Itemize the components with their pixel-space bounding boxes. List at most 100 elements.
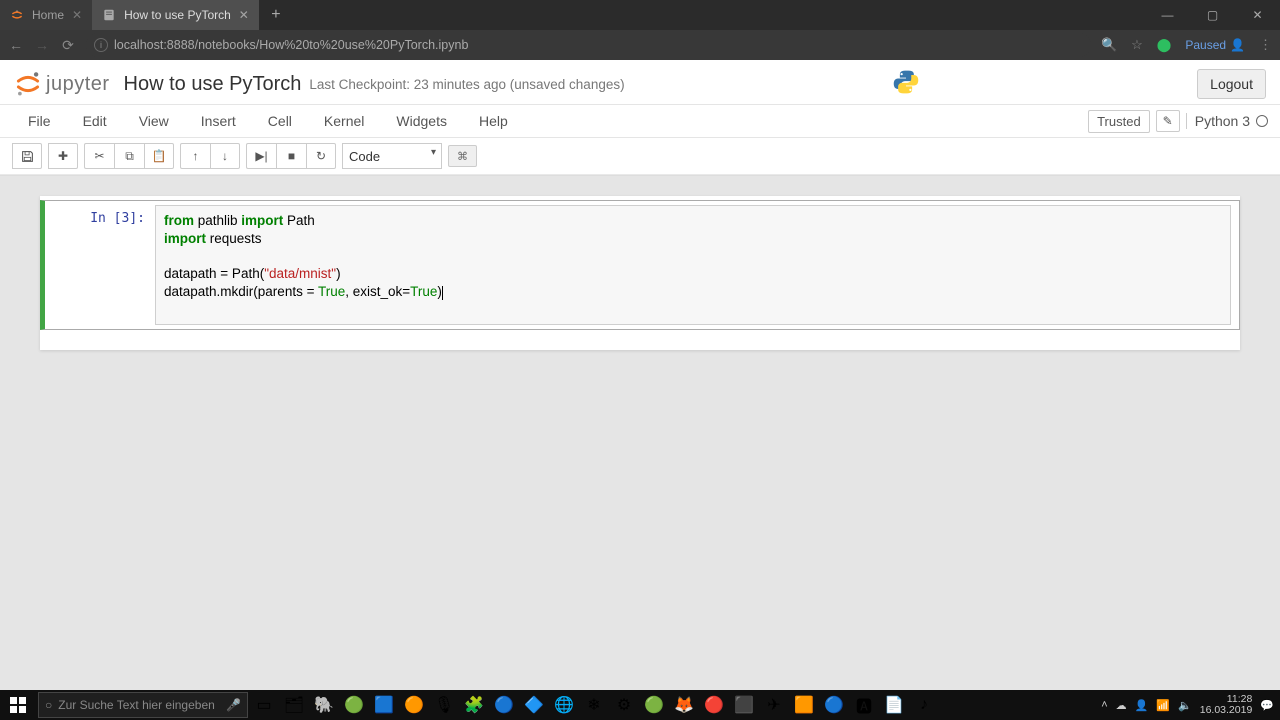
menu-cell[interactable]: Cell (252, 113, 308, 129)
move-down-button[interactable]: ↓ (210, 143, 240, 169)
kernel-indicator[interactable]: Python 3 (1186, 113, 1268, 129)
app2-icon[interactable]: 🎙 (432, 693, 456, 717)
app12-icon[interactable]: 🔵 (822, 693, 846, 717)
app9-icon[interactable]: 🔴 (702, 693, 726, 717)
toolbar: ✚ ✂ ⧉ 📋 ↑ ↓ ▶| ■ ↻ Code ⌘ (0, 138, 1280, 175)
app8-icon[interactable]: 🟢 (642, 693, 666, 717)
stop-button[interactable]: ■ (276, 143, 306, 169)
search-placeholder: Zur Suche Text hier eingeben (58, 698, 215, 712)
forward-button[interactable]: → (34, 37, 50, 53)
people-icon[interactable]: 👤 (1135, 699, 1149, 712)
jupyter-icon[interactable]: 🟠 (402, 693, 426, 717)
window-maximize-icon[interactable]: ▢ (1190, 0, 1235, 30)
add-cell-button[interactable]: ✚ (48, 143, 78, 169)
taskbar-apps: ▭ 🗂 🐘 🟢 🟦 🟠 🎙 🧩 🔵 🔷 🌐 ❄ ⚙ 🟢 🦊 🔴 ⬛ ✈ 🟧 🔵 … (248, 693, 940, 717)
python-logo-icon (892, 68, 920, 101)
notebook-title[interactable]: How to use PyTorch (124, 73, 302, 96)
windows-search[interactable]: ○ Zur Suche Text hier eingeben 🎤 (38, 692, 248, 718)
browser-tab-notebook[interactable]: How to use PyTorch ✕ (92, 0, 259, 30)
save-button[interactable] (12, 143, 42, 169)
edit-indicator-icon[interactable]: ✎ (1156, 110, 1180, 132)
volume-icon[interactable]: 🔈 (1178, 699, 1192, 712)
notebook-body: In [3]: from pathlib import Path import … (0, 176, 1280, 370)
clock[interactable]: 11:28 16.03.2019 (1200, 694, 1253, 716)
chrome-icon[interactable]: 🟢 (342, 693, 366, 717)
new-tab-button[interactable]: + (259, 0, 293, 30)
tab-title: How to use PyTorch (124, 8, 231, 22)
search-icon[interactable]: 🔍 (1101, 37, 1117, 53)
menu-file[interactable]: File (12, 113, 67, 129)
reload-button[interactable]: ⟳ (60, 37, 76, 54)
system-tray: ˄ ☁ 👤 📶 🔈 11:28 16.03.2019 💬 (1101, 694, 1280, 716)
back-button[interactable]: ← (8, 37, 24, 53)
app-icon[interactable]: 🐘 (312, 693, 336, 717)
menu-edit[interactable]: Edit (67, 113, 123, 129)
firefox-icon[interactable]: 🦊 (672, 693, 696, 717)
app13-icon[interactable]: 🅰 (852, 693, 876, 717)
menu-kernel[interactable]: Kernel (308, 113, 380, 129)
browser-toolbar: ← → ⟳ i localhost:8888/notebooks/How%20t… (0, 30, 1280, 60)
window-controls: — ▢ ✕ (1145, 0, 1280, 30)
onedrive-icon[interactable]: ☁ (1116, 699, 1127, 712)
site-info-icon[interactable]: i (94, 38, 108, 52)
extension-evernote-icon[interactable]: ⬤ (1157, 37, 1172, 53)
tray-chevron-icon[interactable]: ˄ (1101, 699, 1107, 711)
bookmark-icon[interactable]: ☆ (1131, 37, 1143, 53)
app15-icon[interactable]: ♪ (912, 693, 936, 717)
notebook-favicon-icon (102, 8, 116, 22)
menu-insert[interactable]: Insert (185, 113, 252, 129)
paste-button[interactable]: 📋 (144, 143, 174, 169)
window-close-icon[interactable]: ✕ (1235, 0, 1280, 30)
search-loupe-icon: ○ (45, 698, 52, 712)
skype-icon[interactable]: 🔷 (522, 693, 546, 717)
celltype-select[interactable]: Code (342, 143, 442, 169)
notifications-icon[interactable]: 💬 (1260, 699, 1274, 712)
start-button[interactable] (0, 690, 36, 720)
tab-close-icon[interactable]: ✕ (239, 8, 249, 22)
logout-button[interactable]: Logout (1197, 69, 1266, 99)
notebook-header: jupyter How to use PyTorch Last Checkpoi… (0, 60, 1280, 104)
restart-button[interactable]: ↻ (306, 143, 336, 169)
app7-icon[interactable]: ⚙ (612, 693, 636, 717)
browser-menu-icon[interactable]: ⋮ (1259, 37, 1272, 53)
menubar: File Edit View Insert Cell Kernel Widget… (0, 104, 1280, 138)
code-input[interactable]: from pathlib import Path import requests… (155, 205, 1231, 325)
explorer-icon[interactable]: 🗂 (282, 693, 306, 717)
task-view-icon[interactable]: ▭ (252, 693, 276, 717)
app5-icon[interactable]: 🌐 (552, 693, 576, 717)
cell-prompt: In [3]: (45, 205, 155, 325)
mic-icon[interactable]: 🎤 (226, 698, 241, 712)
app4-icon[interactable]: 🔵 (492, 693, 516, 717)
menu-view[interactable]: View (123, 113, 185, 129)
app3-icon[interactable]: 🧩 (462, 693, 486, 717)
browser-titlebar: Home ✕ How to use PyTorch ✕ + — ▢ ✕ (0, 0, 1280, 30)
code-cell[interactable]: In [3]: from pathlib import Path import … (40, 200, 1240, 330)
tab-title: Home (32, 8, 64, 22)
vscode-icon[interactable]: 🟦 (372, 693, 396, 717)
browser-tab-home[interactable]: Home ✕ (0, 0, 92, 30)
copy-button[interactable]: ⧉ (114, 143, 144, 169)
profile-status[interactable]: Paused 👤 (1185, 38, 1245, 52)
app10-icon[interactable]: ⬛ (732, 693, 756, 717)
telegram-icon[interactable]: ✈ (762, 693, 786, 717)
jupyter-favicon-icon (10, 8, 24, 22)
menu-help[interactable]: Help (463, 113, 524, 129)
jupyter-logo[interactable]: jupyter (14, 70, 110, 98)
address-bar[interactable]: i localhost:8888/notebooks/How%20to%20us… (86, 33, 1091, 57)
wifi-icon[interactable]: 📶 (1156, 699, 1170, 712)
app11-icon[interactable]: 🟧 (792, 693, 816, 717)
menu-widgets[interactable]: Widgets (380, 113, 463, 129)
run-button[interactable]: ▶| (246, 143, 276, 169)
cut-button[interactable]: ✂ (84, 143, 114, 169)
windows-taskbar: ○ Zur Suche Text hier eingeben 🎤 ▭ 🗂 🐘 🟢… (0, 690, 1280, 720)
url-text: localhost:8888/notebooks/How%20to%20use%… (114, 38, 468, 52)
avatar-icon: 👤 (1230, 38, 1245, 52)
tab-close-icon[interactable]: ✕ (72, 8, 82, 22)
app14-icon[interactable]: 📄 (882, 693, 906, 717)
app6-icon[interactable]: ❄ (582, 693, 606, 717)
command-palette-button[interactable]: ⌘ (448, 145, 477, 167)
move-up-button[interactable]: ↑ (180, 143, 210, 169)
checkpoint-status: Last Checkpoint: 23 minutes ago (unsaved… (309, 77, 624, 92)
window-minimize-icon[interactable]: — (1145, 0, 1190, 30)
trusted-indicator[interactable]: Trusted (1088, 110, 1150, 133)
